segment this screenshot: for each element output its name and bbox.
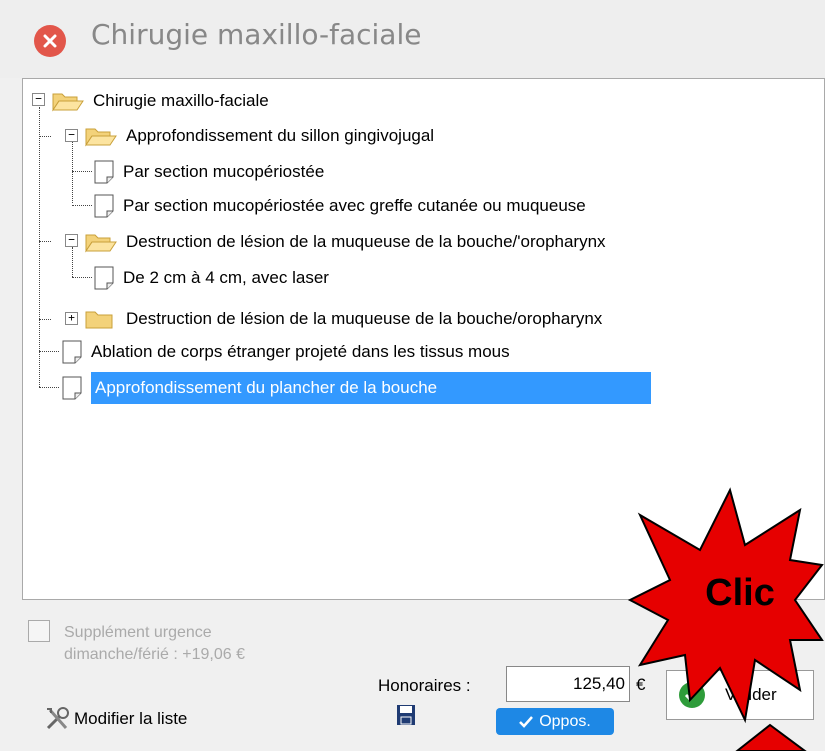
dialog-window: Chirugie maxillo-faciale − − − + Chirugi… [0, 0, 825, 751]
tree-node-folder[interactable]: Destruction de lésion de la muqueuse de … [84, 225, 606, 258]
expand-toggle[interactable]: + [65, 312, 78, 325]
collapse-toggle[interactable]: − [65, 129, 78, 142]
supplement-line1: Supplément urgence [64, 624, 212, 641]
folder-closed-icon [85, 311, 113, 328]
tree-node-label: Destruction de lésion de la muqueuse de … [126, 308, 603, 328]
tree-line [39, 319, 51, 320]
document-icon [62, 340, 82, 363]
honoraires-label: Honoraires : [378, 676, 471, 695]
tree-node-root[interactable]: Chirugie maxillo-faciale [51, 84, 269, 117]
tree-line [72, 277, 92, 278]
tree-node-leaf[interactable]: De 2 cm à 4 cm, avec laser [93, 261, 329, 294]
document-icon [94, 266, 114, 289]
tree-node-label: Destruction de lésion de la muqueuse de … [126, 231, 606, 251]
collapse-toggle[interactable]: − [32, 93, 45, 106]
document-icon [94, 194, 114, 217]
document-icon [94, 160, 114, 183]
tree-line [72, 141, 73, 203]
valider-label: Valider [725, 685, 777, 704]
modifier-list-label: Modifier la liste [74, 709, 188, 728]
valider-button[interactable]: Valider [666, 670, 814, 720]
collapse-toggle[interactable]: − [65, 234, 78, 247]
folder-open-icon [52, 93, 84, 112]
tree-line [72, 171, 92, 172]
tree-line [39, 351, 59, 352]
tree-line [39, 387, 59, 388]
modifier-list-button[interactable]: Modifier la liste [44, 706, 187, 732]
title-bar: Chirugie maxillo-faciale [0, 0, 825, 78]
honoraires-input[interactable]: 125,40 [506, 666, 630, 702]
tree-node-leaf[interactable]: Par section mucopériostée avec greffe cu… [93, 189, 586, 222]
oppos-label: Oppos. [539, 712, 591, 730]
tree-node-label: Ablation de corps étranger projeté dans … [91, 341, 510, 361]
tree-line [72, 247, 73, 277]
tree-node-label: Approfondissement du sillon gingivojugal [126, 125, 435, 145]
window-title: Chirugie maxillo-faciale [91, 18, 422, 51]
tree-node-label: Approfondissement du plancher de la bouc… [91, 371, 651, 404]
tree-node-leaf[interactable]: Par section mucopériostée [93, 155, 324, 188]
supplement-label: Supplément urgence dimanche/férié : +19,… [64, 622, 245, 666]
tree-node-leaf[interactable]: Ablation de corps étranger projeté dans … [61, 335, 510, 368]
tree-line [72, 205, 92, 206]
tree-node-leaf-selected[interactable]: Approfondissement du plancher de la bouc… [61, 371, 651, 404]
tree-node-label: Par section mucopériostée [123, 161, 325, 181]
tree-node-folder[interactable]: Approfondissement du sillon gingivojugal [84, 119, 434, 152]
save-button[interactable] [396, 704, 416, 730]
tree-node-label: Chirugie maxillo-faciale [93, 90, 269, 110]
document-icon [62, 376, 82, 399]
close-icon [43, 34, 57, 48]
supplement-line2: dimanche/férié : +19,06 € [64, 646, 246, 663]
arrow-shape [735, 723, 807, 751]
tree-line [39, 107, 40, 387]
tree-node-folder[interactable]: Destruction de lésion de la muqueuse de … [84, 302, 602, 335]
check-circle-icon [679, 682, 705, 708]
folder-open-icon [85, 128, 117, 147]
currency-label: € [636, 675, 646, 694]
oppos-button[interactable]: Oppos. [496, 708, 614, 735]
close-button[interactable] [34, 25, 66, 57]
supplement-checkbox[interactable] [28, 620, 50, 642]
tree-line [39, 136, 51, 137]
tree-view[interactable]: − − − + Chirugie maxillo-faciale Approfo… [22, 78, 825, 600]
tree-node-label: Par section mucopériostée avec greffe cu… [123, 195, 586, 215]
folder-open-icon [85, 234, 117, 253]
tree-line [39, 241, 51, 242]
checkmark-icon [519, 715, 534, 728]
tree-node-label: De 2 cm à 4 cm, avec laser [123, 267, 329, 287]
floppy-disk-icon [397, 705, 415, 725]
tools-icon [46, 707, 69, 730]
